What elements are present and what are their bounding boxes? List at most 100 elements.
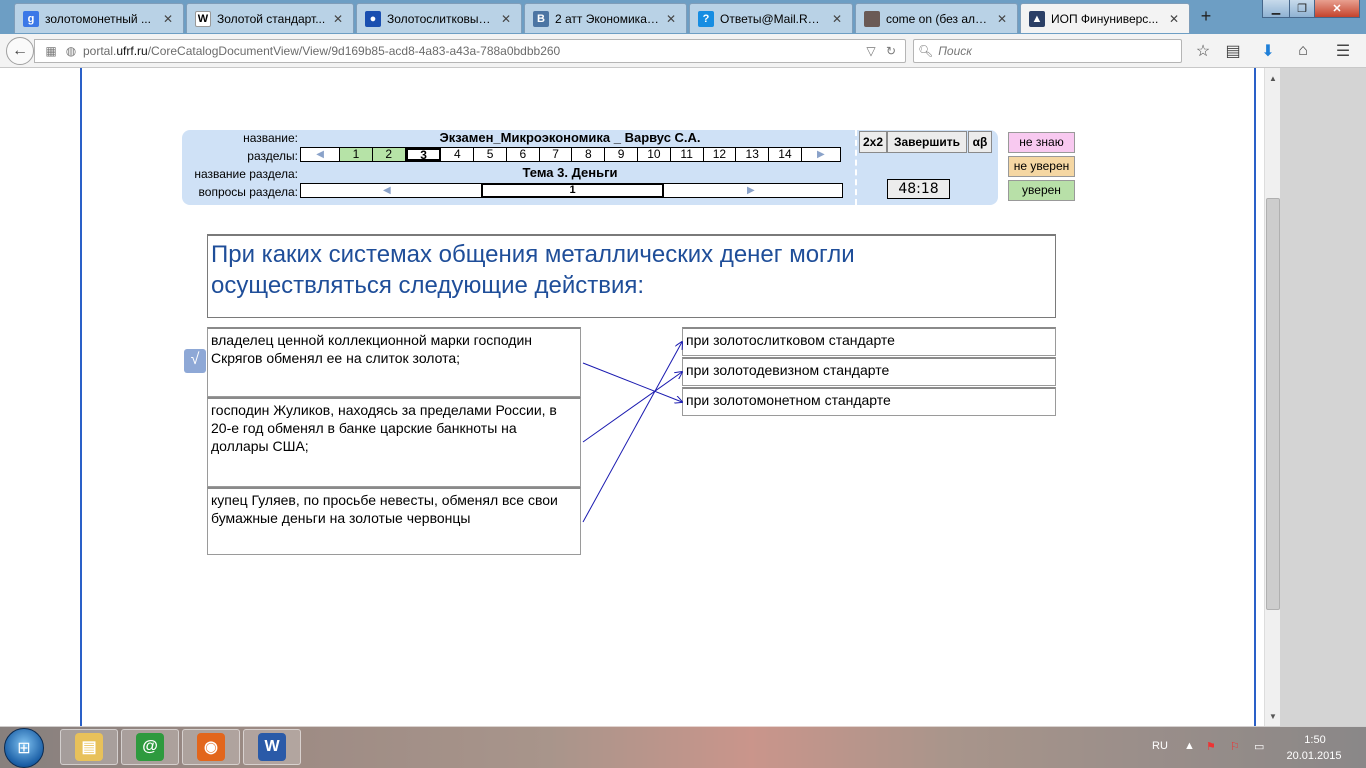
back-button[interactable]: ← (6, 37, 34, 65)
taskbar-app-1[interactable]: ▤ (60, 729, 118, 765)
panel-divider (855, 130, 857, 205)
tab-7[interactable]: ▲ ИОП Финуниверс... ✕ (1020, 3, 1190, 33)
bookmarks-view-icon[interactable]: ▦ (41, 44, 61, 58)
section-7[interactable]: 7 (540, 148, 573, 161)
section-11[interactable]: 11 (671, 148, 704, 161)
exam-header-panel: название: разделы: название раздела: воп… (182, 130, 998, 205)
tab-5[interactable]: ? Ответы@Mail.Ru: ... ✕ (689, 3, 853, 33)
dont-know-button[interactable]: не знаю (1008, 132, 1075, 153)
taskbar-app-2[interactable]: @ (121, 729, 179, 765)
section-14[interactable]: 14 (769, 148, 802, 161)
sure-button[interactable]: уверен (1008, 180, 1075, 201)
university-icon: ▲ (1029, 10, 1045, 27)
vertical-scrollbar[interactable]: ▲ ▼ (1264, 68, 1280, 726)
taskbar-app-4[interactable]: W (243, 729, 301, 765)
show-hidden-icons-icon[interactable]: ▲ (1184, 740, 1195, 752)
mode-2x2-button[interactable]: 2x2 (859, 131, 887, 153)
close-tab-icon[interactable]: ✕ (995, 12, 1009, 26)
section-12[interactable]: 12 (704, 148, 737, 161)
scroll-thumb[interactable] (1266, 198, 1280, 610)
section-2[interactable]: 2 (372, 148, 406, 161)
next-section-arrow-icon[interactable]: ▶ (802, 148, 840, 161)
section-1[interactable]: 1 (340, 148, 373, 161)
taskbar-app-3[interactable]: ◉ (182, 729, 240, 765)
left-match-item-1[interactable]: владелец ценной коллекционной марки госп… (207, 327, 581, 397)
clock-date[interactable]: 20.01.2015 (1281, 750, 1347, 762)
label-exam-name: название: (243, 131, 298, 145)
scroll-down-arrow-icon[interactable]: ▼ (1265, 710, 1281, 724)
windows-logo-icon: ⊞ (17, 740, 31, 757)
alphabet-button[interactable]: αβ (968, 131, 992, 153)
action-center-icon[interactable]: ⚐ (1230, 740, 1240, 753)
close-tab-icon[interactable]: ✕ (1167, 12, 1181, 26)
mail-agent-icon: @ (136, 733, 164, 761)
minimize-button[interactable]: ▁ (1262, 0, 1290, 18)
finish-button[interactable]: Завершить (887, 131, 967, 153)
sections-navigator: ◀ 1 2 3 4 5 6 7 8 9 10 11 12 13 14 ▶ (300, 147, 841, 162)
address-bar[interactable]: ▦ ◍ portal.ufrf.ru/CoreCatalogDocumentVi… (34, 39, 906, 63)
close-tab-icon[interactable]: ✕ (499, 12, 513, 26)
new-tab-button[interactable]: + (1194, 6, 1218, 27)
section-4[interactable]: 4 (441, 148, 475, 161)
restore-icon: ❐ (1297, 3, 1307, 15)
prev-question-arrow-icon[interactable]: ◀ (383, 184, 391, 197)
question-box: При каких системах общения металлических… (207, 234, 1056, 318)
tab-3[interactable]: ● Золотослитковый... ✕ (356, 3, 522, 33)
globe-icon: ◍ (65, 44, 77, 58)
display-icon[interactable]: ▭ (1254, 740, 1264, 753)
firefox-icon: ◉ (197, 733, 225, 761)
close-tab-icon[interactable]: ✕ (830, 12, 844, 26)
section-13[interactable]: 13 (736, 148, 770, 161)
right-match-item-1[interactable]: при золотослитковом стандарте (682, 327, 1056, 356)
close-window-button[interactable]: ✕ (1314, 0, 1360, 18)
tab-4[interactable]: B 2 атт Экономика 2... ✕ (524, 3, 687, 33)
start-button[interactable]: ⊞ (4, 728, 44, 768)
right-match-item-3[interactable]: при золотомонетном стандарте (682, 387, 1056, 416)
menu-icon[interactable]: ☰ (1333, 41, 1353, 61)
vk-icon: B (533, 10, 549, 27)
section-8[interactable]: 8 (572, 148, 606, 161)
url-text[interactable]: portal.ufrf.ru/CoreCatalogDocumentView/V… (81, 44, 861, 58)
right-match-item-2[interactable]: при золотодевизном стандарте (682, 357, 1056, 386)
tab-2[interactable]: W Золотой стандарт... ✕ (186, 3, 354, 33)
close-tab-icon[interactable]: ✕ (664, 12, 678, 26)
current-question-indicator[interactable]: 1 (481, 183, 664, 198)
scroll-up-arrow-icon[interactable]: ▲ (1265, 72, 1281, 86)
next-question-arrow-icon[interactable]: ▶ (747, 184, 755, 197)
navigation-toolbar: ← ▦ ◍ portal.ufrf.ru/CoreCatalogDocument… (0, 34, 1366, 68)
section-6[interactable]: 6 (507, 148, 540, 161)
search-input[interactable]: 🔍︎ Поиск (913, 39, 1182, 63)
prev-section-arrow-icon[interactable]: ◀ (301, 148, 341, 161)
reload-icon[interactable]: ↻ (881, 44, 901, 58)
language-indicator[interactable]: RU (1152, 740, 1168, 752)
tab-title: Золотослитковый... (387, 11, 495, 26)
label-section-name: название раздела: (194, 167, 298, 181)
section-10[interactable]: 10 (638, 148, 671, 161)
label-sections: разделы: (247, 149, 298, 163)
label-section-questions: вопросы раздела: (198, 185, 298, 199)
reading-list-icon[interactable]: ▤ (1223, 41, 1243, 61)
section-3[interactable]: 3 (405, 148, 442, 161)
section-9[interactable]: 9 (605, 148, 639, 161)
close-tab-icon[interactable]: ✕ (161, 12, 175, 26)
left-match-item-2[interactable]: господин Жуликов, находясь за пределами … (207, 397, 581, 487)
left-match-item-3[interactable]: купец Гуляев, по просьбе невесты, обменя… (207, 487, 581, 555)
home-icon[interactable]: ⌂ (1293, 41, 1313, 61)
dropdown-arrow-icon[interactable]: ▽ (861, 44, 881, 58)
not-sure-button[interactable]: не уверен (1008, 156, 1075, 177)
section-5[interactable]: 5 (474, 148, 507, 161)
close-tab-icon[interactable]: ✕ (331, 12, 345, 26)
photo-icon (864, 10, 880, 27)
tab-1[interactable]: g золотомонетный ... ✕ (14, 3, 184, 33)
tab-title: золотомонетный ... (45, 11, 151, 26)
site-icon: ● (365, 10, 381, 27)
search-icon: 🔍︎ (918, 44, 934, 58)
google-icon: g (23, 10, 39, 27)
tab-6[interactable]: come on (без алф... ✕ (855, 3, 1018, 33)
maximize-button[interactable]: ❐ (1289, 0, 1315, 18)
network-warning-icon[interactable]: ⚑ (1206, 740, 1216, 753)
downloads-icon[interactable]: ⬇ (1258, 41, 1278, 61)
bookmark-star-icon[interactable]: ☆ (1193, 41, 1213, 61)
clock-time[interactable]: 1:50 (1290, 734, 1340, 746)
questions-navigator: ◀ 1 ▶ (300, 183, 843, 198)
